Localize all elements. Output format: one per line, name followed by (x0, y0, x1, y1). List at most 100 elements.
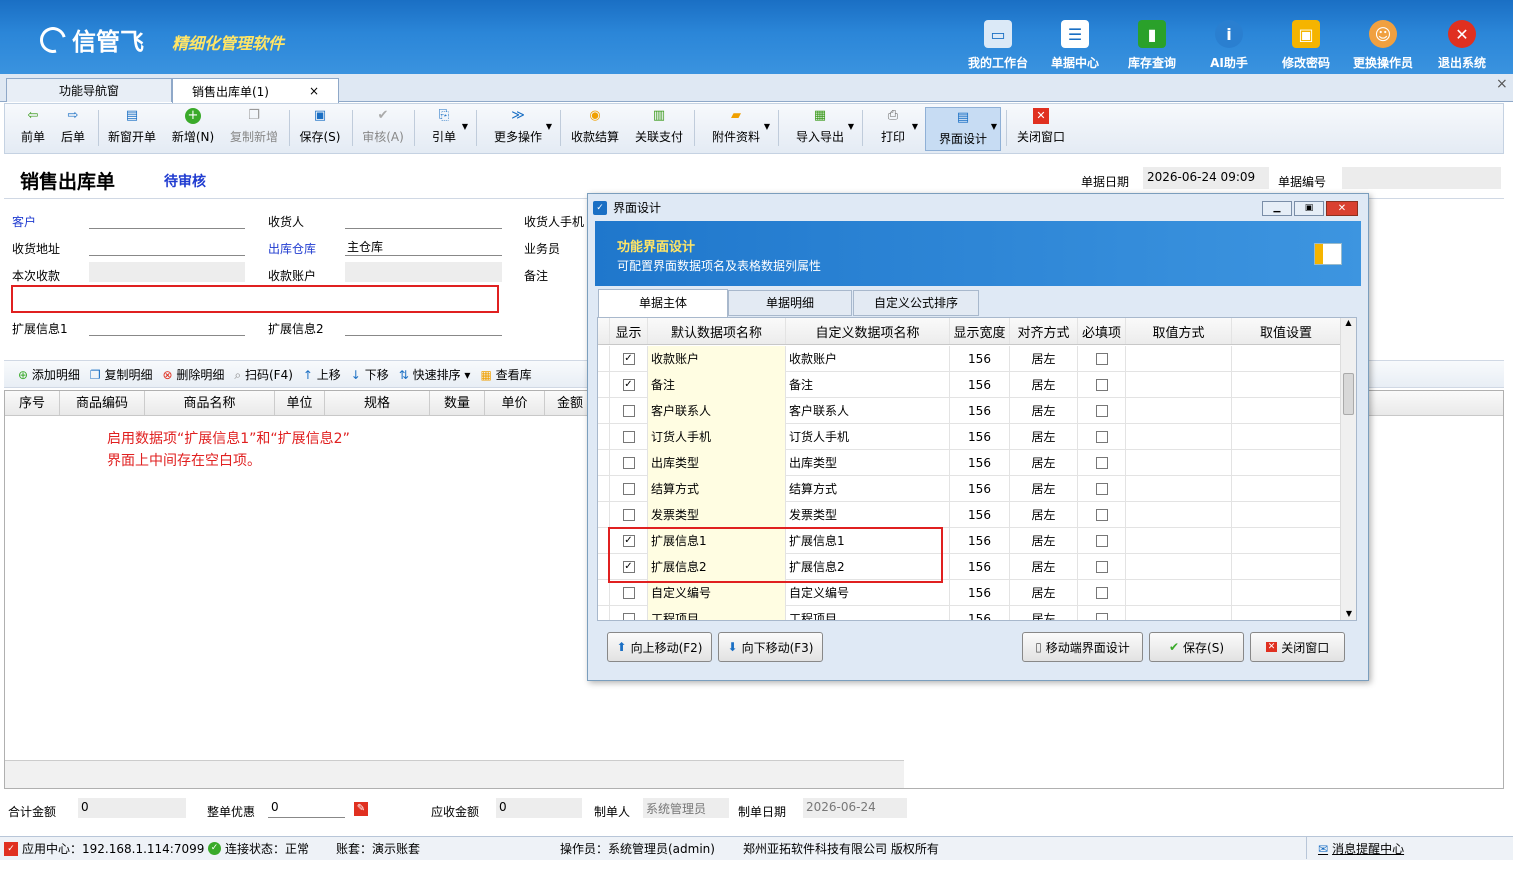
col-header[interactable]: 显示宽度 (950, 318, 1010, 344)
col-header[interactable]: 商品编码 (60, 391, 145, 415)
add-new-button[interactable]: + 新增(N) (166, 108, 220, 150)
show-checkbox[interactable] (622, 456, 635, 469)
this-receipt-field[interactable] (89, 262, 245, 282)
required-checkbox[interactable] (1095, 586, 1108, 599)
audit-button[interactable]: ✔ 审核(A) (358, 108, 408, 150)
custom-name-cell[interactable]: 工程项目 (786, 605, 950, 620)
value-method-cell[interactable] (1126, 605, 1232, 620)
required-checkbox[interactable] (1095, 352, 1108, 365)
switch-operator-button[interactable]: ☺ 更换操作员 (1345, 20, 1421, 71)
col-header[interactable]: 单价 (485, 391, 545, 415)
more-actions-button[interactable]: ≫ 更多操作 ▼ (482, 108, 554, 150)
ext1-field[interactable] (89, 335, 245, 336)
width-cell[interactable]: 156 (950, 345, 1010, 372)
save-button[interactable]: ▣ 保存(S) (296, 108, 344, 150)
align-cell[interactable]: 居左 (1010, 501, 1078, 528)
import-export-button[interactable]: ▦ 导入导出 ▼ (784, 108, 856, 150)
config-row[interactable]: ✓ 收款账户 收款账户 156 居左 (598, 345, 1340, 372)
align-cell[interactable]: 居左 (1010, 527, 1078, 554)
warehouse-label[interactable]: 出库仓库 (268, 240, 316, 257)
custom-name-cell[interactable]: 发票类型 (786, 501, 950, 528)
width-cell[interactable]: 156 (950, 553, 1010, 580)
align-cell[interactable]: 居左 (1010, 345, 1078, 372)
receiver-field[interactable] (345, 228, 502, 229)
custom-name-cell[interactable]: 结算方式 (786, 475, 950, 502)
required-checkbox[interactable] (1095, 482, 1108, 495)
minimize-icon[interactable]: ▁ (1262, 201, 1292, 216)
col-header[interactable]: 显示 (610, 318, 648, 344)
delete-detail-button[interactable]: ⊗ 删除明细 (163, 366, 225, 383)
width-cell[interactable]: 156 (950, 371, 1010, 398)
align-cell[interactable]: 居左 (1010, 553, 1078, 580)
width-cell[interactable]: 156 (950, 579, 1010, 606)
align-cell[interactable]: 居左 (1010, 423, 1078, 450)
col-header[interactable]: 单位 (275, 391, 325, 415)
config-row[interactable]: 自定义编号 自定义编号 156 居左 (598, 579, 1340, 606)
show-checkbox[interactable] (622, 482, 635, 495)
copy-detail-button[interactable]: ❐ 复制明细 (90, 366, 153, 383)
dialog-save-button[interactable]: ✔ 保存(S) (1149, 632, 1244, 662)
width-cell[interactable]: 156 (950, 605, 1010, 620)
address-field[interactable] (89, 255, 245, 256)
required-checkbox[interactable] (1095, 534, 1108, 547)
config-row[interactable]: 出库类型 出库类型 156 居左 (598, 449, 1340, 476)
value-setting-cell[interactable] (1232, 476, 1340, 502)
close-window-button[interactable]: ✕ 关闭窗口 (1012, 108, 1070, 150)
edit-icon[interactable]: ✎ (354, 802, 368, 816)
align-cell[interactable]: 居左 (1010, 605, 1078, 620)
import-doc-button[interactable]: ⎘ 引单 ▼ (420, 108, 468, 150)
customer-field[interactable] (89, 228, 245, 229)
config-row[interactable]: 订货人手机 订货人手机 156 居左 (598, 423, 1340, 450)
date-field[interactable]: 2026-06-24 09:09 (1143, 167, 1269, 189)
col-header[interactable]: 规格 (325, 391, 430, 415)
width-cell[interactable]: 156 (950, 501, 1010, 528)
value-method-cell[interactable] (1126, 371, 1232, 398)
config-row[interactable]: 工程项目 工程项目 156 居左 (598, 605, 1340, 620)
align-cell[interactable]: 居左 (1010, 449, 1078, 476)
show-checkbox[interactable] (622, 404, 635, 417)
payment-settle-button[interactable]: ◉ 收款结算 (566, 108, 624, 150)
value-method-cell[interactable] (1126, 345, 1232, 372)
move-down-button[interactable]: ⬇ 向下移动(F3) (718, 632, 823, 662)
quick-sort-button[interactable]: ⇅ 快速排序 ▾ (399, 366, 471, 383)
show-checkbox[interactable]: ✓ (622, 378, 635, 391)
linked-payment-button[interactable]: ▥ 关联支付 (630, 108, 688, 150)
warehouse-value[interactable]: 主仓库 (347, 238, 383, 255)
ui-design-button[interactable]: ▤ 界面设计 ▼ (925, 107, 1001, 151)
width-cell[interactable]: 156 (950, 449, 1010, 476)
exit-system-button[interactable]: ✕ 退出系统 (1424, 20, 1500, 71)
close-icon[interactable]: × (1496, 76, 1508, 92)
show-checkbox[interactable] (622, 586, 635, 599)
config-row[interactable]: 结算方式 结算方式 156 居左 (598, 475, 1340, 502)
value-setting-cell[interactable] (1232, 450, 1340, 476)
config-row[interactable]: 发票类型 发票类型 156 居左 (598, 501, 1340, 528)
tab-sales-outbound[interactable]: 销售出库单(1) × (172, 78, 339, 103)
customer-label[interactable]: 客户 (12, 213, 36, 230)
receivable-field[interactable]: 0 (496, 798, 582, 818)
vertical-scrollbar[interactable]: ▲ ▼ (1340, 318, 1356, 620)
value-setting-cell[interactable] (1232, 398, 1340, 424)
value-method-cell[interactable] (1126, 449, 1232, 476)
scrollbar-thumb[interactable] (1343, 373, 1354, 415)
scroll-down-icon[interactable]: ▼ (1341, 609, 1356, 618)
tab-doc-main[interactable]: 单据主体 (598, 289, 728, 317)
value-setting-cell[interactable] (1232, 580, 1340, 606)
show-checkbox[interactable] (622, 612, 635, 620)
new-window-button[interactable]: ▤ 新窗开单 (104, 108, 160, 150)
value-method-cell[interactable] (1126, 527, 1232, 554)
col-header[interactable]: 序号 (5, 391, 60, 415)
width-cell[interactable]: 156 (950, 397, 1010, 424)
move-down-detail-button[interactable]: ↓ 下移 (351, 366, 389, 383)
config-row[interactable]: 客户联系人 客户联系人 156 居左 (598, 397, 1340, 424)
required-checkbox[interactable] (1095, 456, 1108, 469)
col-header[interactable]: 取值方式 (1126, 318, 1232, 344)
value-method-cell[interactable] (1126, 501, 1232, 528)
move-up-button[interactable]: ⬆ 向上移动(F2) (607, 632, 712, 662)
receipt-account-field[interactable] (345, 262, 502, 282)
message-center-link[interactable]: ✉ 消息提醒中心 (1318, 840, 1404, 857)
total-field[interactable]: 0 (78, 798, 186, 818)
document-center-button[interactable]: ☰ 单据中心 (1037, 20, 1113, 71)
align-cell[interactable]: 居左 (1010, 397, 1078, 424)
mobile-design-button[interactable]: ▯ 移动端界面设计 (1022, 632, 1143, 662)
show-checkbox[interactable] (622, 508, 635, 521)
